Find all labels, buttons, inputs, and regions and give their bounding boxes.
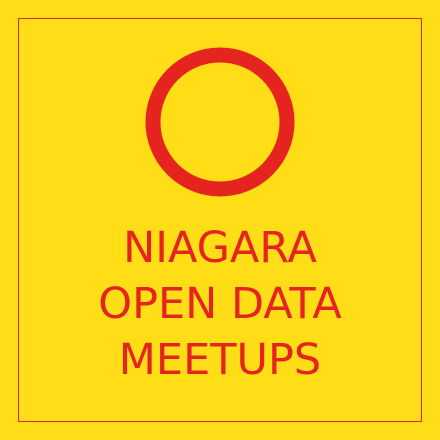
ring-o-icon <box>145 47 295 197</box>
title-line-meetups: MEETUPS <box>118 335 322 385</box>
logo-tile: NIAGARA OPEN DATA MEETUPS <box>0 0 440 440</box>
title-line-open-data: OPEN DATA <box>98 279 342 329</box>
title-line-niagara: NIAGARA <box>123 223 317 273</box>
